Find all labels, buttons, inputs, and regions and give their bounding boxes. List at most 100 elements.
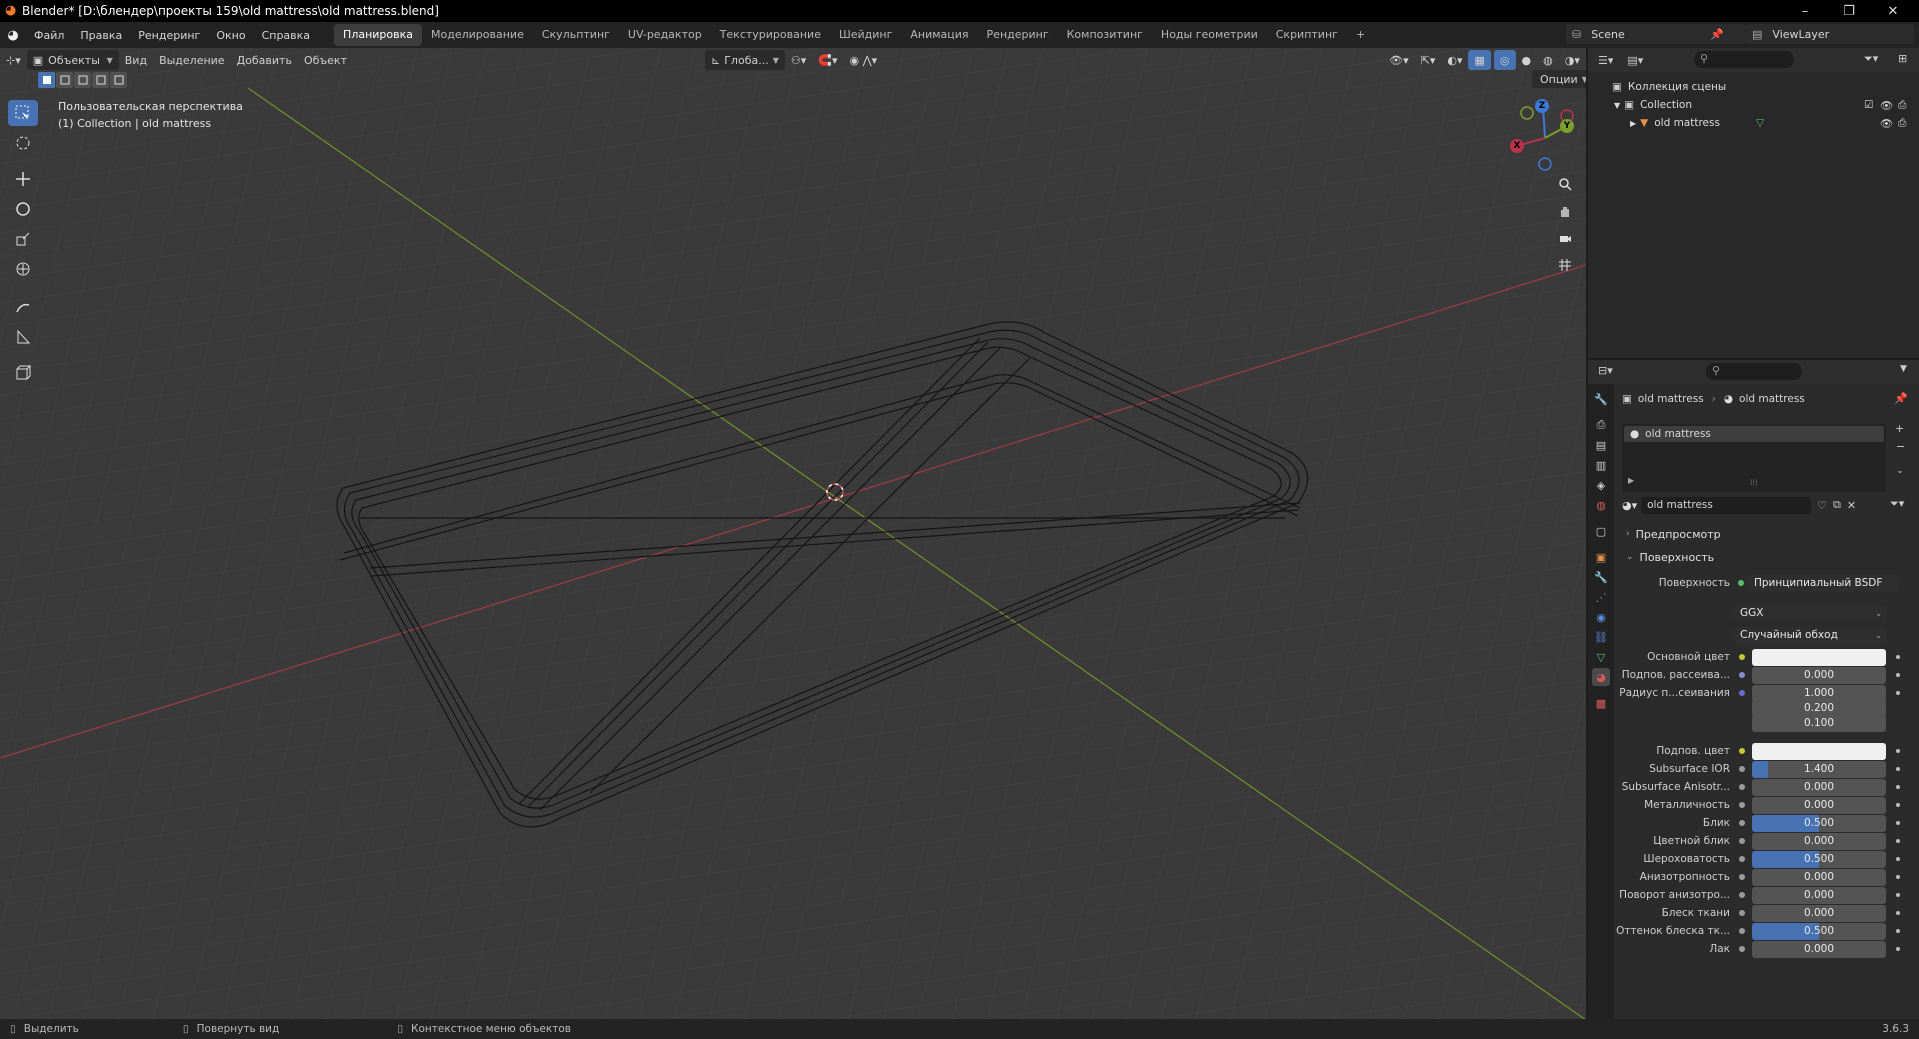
select-box-tool-icon[interactable] — [8, 100, 38, 126]
socket-icon[interactable] — [1739, 802, 1745, 808]
render-tab-icon[interactable]: ⎙ — [1592, 416, 1610, 434]
socket-icon[interactable] — [1739, 784, 1745, 790]
shader-socket-icon[interactable] — [1738, 580, 1744, 586]
blender-menu-icon[interactable]: ◕ — [0, 28, 26, 43]
keyframe-icon[interactable] — [1896, 655, 1900, 659]
material-tab-icon[interactable]: ◕ — [1592, 668, 1610, 686]
snap-icon[interactable]: 🧲▾ — [812, 50, 843, 70]
keyframe-icon[interactable] — [1896, 947, 1900, 951]
new-collection-icon[interactable]: ⊞ — [1898, 52, 1907, 65]
keyframe-icon[interactable] — [1896, 767, 1900, 771]
keyframe-icon[interactable] — [1896, 875, 1900, 879]
socket-icon[interactable] — [1739, 766, 1745, 772]
cursor-tool-icon[interactable] — [8, 130, 38, 156]
menu-3[interactable]: Окно — [208, 29, 253, 42]
number-field[interactable]: 0.000 — [1752, 796, 1886, 814]
add-slot-icon[interactable]: + — [1895, 422, 1904, 435]
link-type-icon[interactable]: ⏷▾ — [1890, 497, 1904, 511]
keyframe-icon[interactable] — [1896, 857, 1900, 861]
socket-icon[interactable] — [1739, 838, 1745, 844]
workspace-tab-6[interactable]: Анимация — [901, 24, 977, 46]
zoom-icon[interactable] — [1553, 172, 1577, 196]
socket-icon[interactable] — [1739, 946, 1745, 952]
menu-4[interactable]: Справка — [254, 29, 318, 42]
workspace-tab-8[interactable]: Композитинг — [1058, 24, 1152, 46]
number-field[interactable]: 1.400 — [1752, 760, 1886, 778]
close-button[interactable]: ✕ — [1871, 0, 1915, 22]
select-invert-icon[interactable] — [92, 72, 109, 88]
viewport-menu-0[interactable]: Вид — [119, 50, 153, 70]
viewlayer-selector[interactable]: ▤ ViewLayer — [1746, 24, 1914, 44]
camera-icon[interactable]: ⎙ — [1898, 99, 1906, 112]
expand-arrow-icon[interactable]: ▶ — [1628, 476, 1634, 485]
number-field[interactable]: 0.500 — [1752, 922, 1886, 940]
keyframe-icon[interactable] — [1896, 785, 1900, 789]
socket-icon[interactable] — [1739, 690, 1745, 696]
subsurface-method-dropdown[interactable]: Случайный обход ⌄ — [1734, 626, 1886, 644]
workspace-tab-10[interactable]: Скриптинг — [1267, 24, 1347, 46]
display-mode-icon[interactable]: ▤▾ — [1627, 54, 1643, 67]
texture-tab-icon[interactable]: ▩ — [1592, 694, 1610, 712]
socket-icon[interactable] — [1739, 892, 1745, 898]
ortho-grid-icon[interactable] — [1553, 253, 1577, 277]
viewport-menu-3[interactable]: Объект — [298, 50, 353, 70]
surface-section-header[interactable]: ⌄ Поверхность — [1626, 547, 1916, 567]
select-subtract-icon[interactable] — [74, 72, 91, 88]
maximize-button[interactable]: ❐ — [1827, 0, 1871, 22]
scene-tab-icon[interactable]: ◈ — [1592, 476, 1610, 494]
viewport-menu-1[interactable]: Выделение — [153, 50, 231, 70]
scene-selector[interactable]: ⛁ Scene 📌 — [1566, 24, 1746, 44]
workspace-tab-9[interactable]: Ноды геометрии — [1152, 24, 1267, 46]
camera-view-icon[interactable] — [1553, 226, 1577, 250]
fake-user-icon[interactable]: ♡ — [1817, 499, 1827, 512]
modifier-tab-icon[interactable]: 🔧 — [1592, 568, 1610, 586]
number-field[interactable]: 0.000 — [1752, 940, 1886, 958]
select-extend-icon[interactable] — [56, 72, 73, 88]
options-dropdown[interactable]: Опции ▼ — [1532, 70, 1586, 88]
pin-icon[interactable]: 📌 — [1894, 392, 1908, 405]
number-field[interactable]: 0.000 — [1752, 886, 1886, 904]
select-intersect-icon[interactable] — [110, 72, 127, 88]
workspace-tab-3[interactable]: UV-редактор — [619, 24, 711, 46]
overlays-icon[interactable]: ◐▾ — [1441, 50, 1468, 70]
add-cube-tool-icon[interactable] — [8, 360, 38, 386]
number-field[interactable]: 0.000 — [1752, 832, 1886, 850]
transform-tool-icon[interactable] — [8, 256, 38, 282]
particles-tab-icon[interactable]: ⋰ — [1592, 588, 1610, 606]
eye-icon[interactable]: 👁 — [1880, 99, 1893, 112]
unlink-material-icon[interactable]: ✕ — [1847, 499, 1856, 512]
workspace-tab-1[interactable]: Моделирование — [422, 24, 533, 46]
chevron-down-icon[interactable]: ▼ — [1900, 364, 1907, 374]
distribution-dropdown[interactable]: GGX ⌄ — [1734, 604, 1886, 622]
view-layer-tab-icon[interactable]: ▥ — [1592, 456, 1610, 474]
keyframe-icon[interactable] — [1896, 911, 1900, 915]
number-field[interactable]: 0.500 — [1752, 850, 1886, 868]
material-slot-list[interactable]: ● old mattress ▶ ⁞⁞⁞ — [1622, 424, 1886, 492]
browse-material-icon[interactable]: ◕▾ — [1622, 499, 1637, 512]
outliner-editor-icon[interactable]: ☰▾ — [1598, 54, 1613, 67]
proportional-edit-icon[interactable]: ◉ ⋀▾ — [843, 50, 883, 70]
remove-slot-icon[interactable]: − — [1896, 440, 1905, 453]
viewport-menu-2[interactable]: Добавить — [231, 50, 298, 70]
number-field[interactable]: 0.000 — [1752, 778, 1886, 796]
menu-0[interactable]: Файл — [26, 29, 72, 42]
xray-toggle-icon[interactable]: ▦ — [1468, 50, 1491, 70]
world-tab-icon[interactable]: ◍ — [1592, 496, 1610, 514]
tool-tab-icon[interactable]: 🔧 — [1592, 390, 1610, 408]
workspace-tab-2[interactable]: Скульптинг — [533, 24, 619, 46]
preview-section-header[interactable]: › Предпросмотр — [1626, 524, 1916, 544]
material-name-field[interactable]: old mattress — [1641, 496, 1812, 514]
move-tool-icon[interactable] — [8, 166, 38, 192]
gizmo-toggle-icon[interactable]: ⇱▾ — [1415, 50, 1442, 70]
color-swatch[interactable] — [1752, 742, 1886, 760]
gizmo-y-icon[interactable]: Y — [1560, 119, 1574, 133]
properties-search-input[interactable]: ⚲ — [1706, 363, 1802, 380]
socket-icon[interactable] — [1739, 874, 1745, 880]
workspace-tab-5[interactable]: Шейдинг — [830, 24, 901, 46]
socket-icon[interactable] — [1739, 910, 1745, 916]
socket-icon[interactable] — [1739, 928, 1745, 934]
gizmo-z-icon[interactable]: Z — [1535, 99, 1549, 113]
color-swatch[interactable] — [1752, 648, 1886, 666]
properties-editor-icon[interactable]: ⊟▾ — [1598, 364, 1613, 377]
keyframe-icon[interactable] — [1896, 929, 1900, 933]
